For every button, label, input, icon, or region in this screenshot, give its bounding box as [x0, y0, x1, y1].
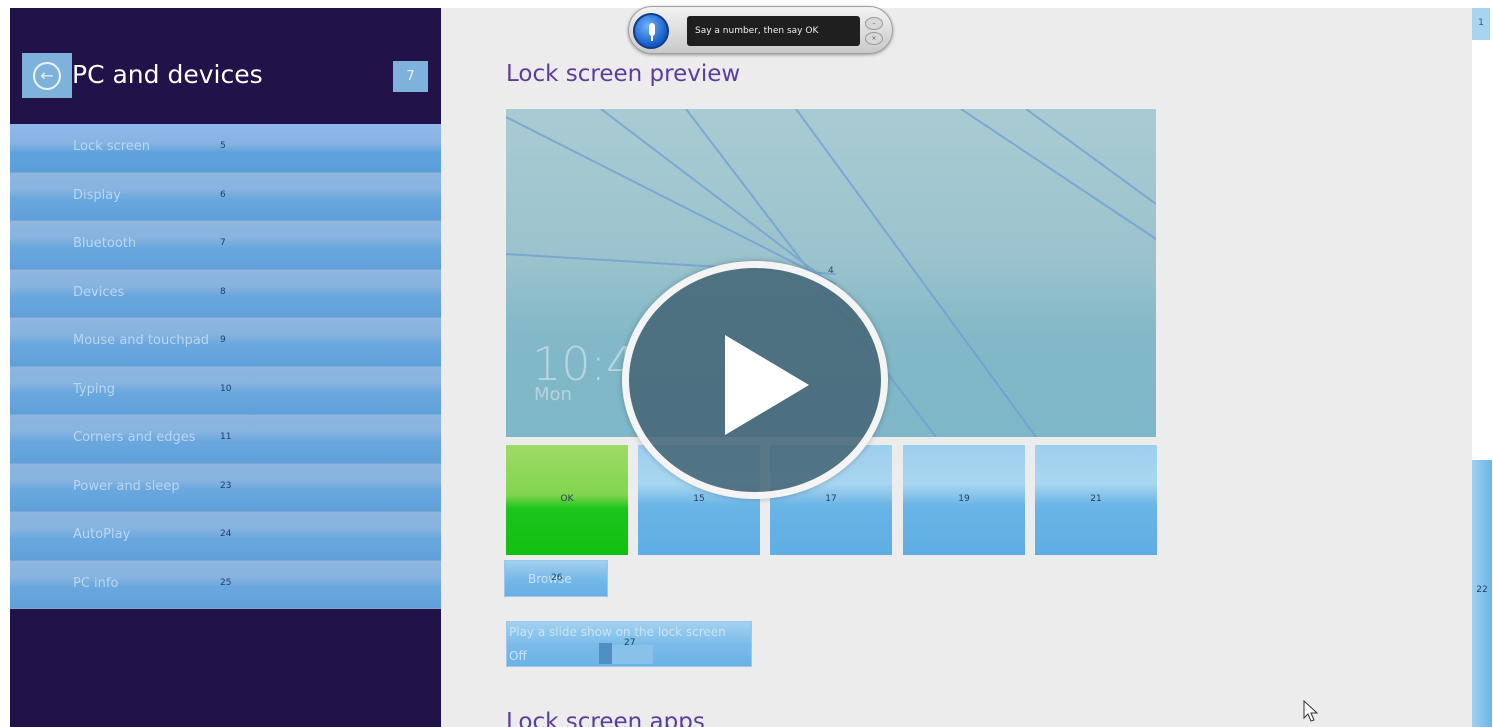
sidebar-item-label: Display	[73, 187, 121, 203]
sidebar-item-bluetooth[interactable]: Bluetooth 7	[10, 221, 441, 270]
speech-recognition-bar: Say a number, then say OK – ×	[628, 6, 893, 54]
toggle-state: Off	[509, 649, 527, 663]
voice-number-label: 11	[220, 432, 232, 442]
voice-number-label: 27	[624, 638, 636, 648]
voice-number-label: 7	[220, 238, 226, 248]
mouse-cursor-icon	[1303, 700, 1319, 722]
number-badge[interactable]: 7	[393, 61, 428, 92]
sidebar-item-autoplay[interactable]: AutoPlay 24	[10, 512, 441, 561]
slideshow-toggle[interactable]: Play a slide show on the lock screen Off…	[506, 621, 752, 667]
back-button[interactable]: ←	[22, 53, 72, 98]
sidebar-item-label: Typing	[73, 381, 115, 397]
sidebar-item-label: Power and sleep	[73, 478, 180, 494]
wallpaper-thumbnail[interactable]: 21	[1035, 445, 1157, 555]
voice-number-label: 19	[958, 494, 970, 504]
speech-prompt: Say a number, then say OK	[687, 16, 860, 46]
sidebar-item-label: Bluetooth	[73, 236, 137, 251]
voice-number-label: 10	[220, 383, 232, 394]
slideshow-label: Play a slide show on the lock screen	[509, 625, 726, 639]
preview-clock: 10:4	[532, 337, 636, 391]
page-title: PC and devices	[72, 60, 263, 89]
voice-number-label: 22	[1476, 585, 1488, 595]
settings-sidebar: ← PC and devices 7 Lock screen 5 Display…	[10, 8, 441, 727]
voice-number-label: OK	[560, 494, 574, 504]
voice-number-label: 26	[551, 573, 563, 583]
scrollbar-thumb[interactable]: 22	[1472, 460, 1492, 727]
browse-label: Browse	[528, 572, 572, 586]
sidebar-item-label: AutoPlay	[73, 527, 131, 542]
sidebar-item-display[interactable]: Display 6	[10, 172, 441, 221]
speech-window-controls: – ×	[865, 17, 883, 45]
voice-number-label: 6	[220, 189, 226, 200]
voice-number-label: 4	[828, 266, 834, 276]
sidebar-item-mouse-and-touchpad[interactable]: Mouse and touchpad 9	[10, 318, 441, 367]
section-title-lock-screen-apps: Lock screen apps	[506, 709, 705, 727]
settings-content: Lock screen preview 10:4 Mon 4 OK 15 17 …	[441, 8, 1472, 727]
voice-number-label: 21	[1090, 494, 1102, 504]
back-arrow-icon: ←	[33, 61, 61, 90]
sidebar-item-label: Corners and edges	[73, 430, 196, 445]
video-play-button[interactable]	[622, 261, 888, 499]
sidebar-item-power-and-sleep[interactable]: Power and sleep 23	[10, 463, 441, 512]
scroll-up-button[interactable]: 1	[1472, 8, 1490, 40]
browse-button[interactable]: Browse 26	[504, 560, 608, 597]
wallpaper-thumbnail[interactable]: 19	[903, 445, 1025, 555]
wallpaper-thumbnail-ok[interactable]: OK	[506, 445, 628, 555]
preview-date: Mon	[534, 384, 572, 405]
sidebar-header: ← PC and devices 7	[10, 8, 441, 124]
voice-number-label: 25	[220, 577, 232, 588]
microphone-stand-icon	[651, 36, 653, 41]
voice-number-label: 23	[220, 480, 232, 491]
sidebar-item-label: PC info	[73, 575, 119, 591]
microphone-button[interactable]	[633, 13, 669, 49]
sidebar-item-label: Lock screen	[73, 139, 150, 154]
voice-number-label: 1	[1478, 18, 1484, 28]
voice-number-label: 8	[220, 286, 226, 297]
microphone-icon	[649, 23, 655, 36]
minimize-icon[interactable]: –	[865, 17, 883, 30]
sidebar-item-corners-and-edges[interactable]: Corners and edges 11	[10, 415, 441, 464]
voice-number-label: 24	[220, 529, 232, 539]
sidebar-item-pc-info[interactable]: PC info 25	[10, 560, 441, 609]
sidebar-item-typing[interactable]: Typing 10	[10, 366, 441, 415]
sidebar-item-lock-screen[interactable]: Lock screen 5	[10, 124, 441, 173]
close-icon[interactable]: ×	[865, 32, 883, 45]
settings-nav-list: Lock screen 5 Display 6 Bluetooth 7 Devi…	[10, 124, 441, 609]
sidebar-item-devices[interactable]: Devices 8	[10, 269, 441, 318]
sidebar-item-label: Devices	[73, 284, 125, 300]
sidebar-item-label: Mouse and touchpad	[73, 333, 210, 348]
section-title: Lock screen preview	[506, 61, 741, 87]
voice-number-label: 9	[220, 335, 226, 345]
voice-number-label: 5	[220, 141, 226, 151]
play-icon	[725, 335, 809, 435]
voice-number-label: 17	[825, 494, 837, 504]
toggle-thumb[interactable]	[599, 643, 612, 664]
